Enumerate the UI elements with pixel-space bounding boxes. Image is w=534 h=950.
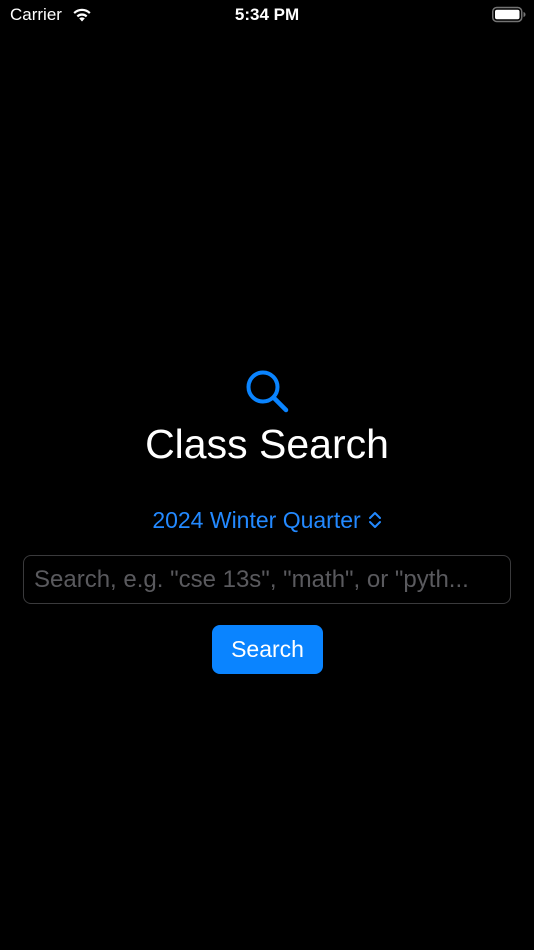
term-picker[interactable]: 2024 Winter Quarter: [0, 505, 534, 535]
status-time: 5:34 PM: [234, 5, 300, 24]
battery-full-icon: [492, 6, 526, 23]
search-button[interactable]: Search: [212, 625, 323, 674]
status-bar: Carrier 5:34 PM: [0, 0, 534, 32]
page-title: Class Search: [145, 421, 389, 467]
chevron-up-down-icon: [368, 512, 381, 528]
search-input[interactable]: [23, 555, 511, 604]
term-picker-label: 2024 Winter Quarter: [152, 506, 361, 533]
magnifying-glass-icon: [246, 370, 289, 413]
